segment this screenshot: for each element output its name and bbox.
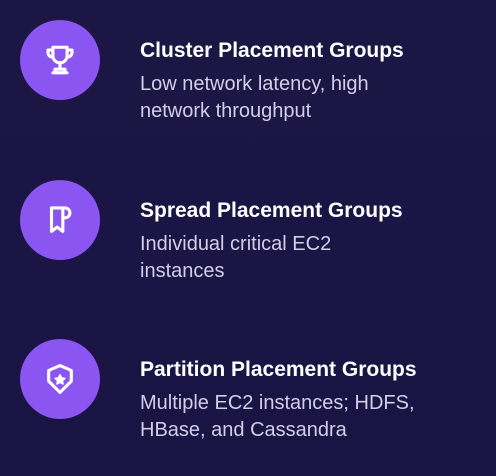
description-line: network throughput: [140, 100, 312, 122]
placement-group-text: Spread Placement Groups Individual criti…: [140, 198, 490, 285]
placement-group-description: Individual critical EC2 instances: [140, 231, 490, 285]
placement-group-description: Multiple EC2 instances; HDFS, HBase, and…: [140, 390, 490, 444]
description-line: instances: [140, 260, 225, 282]
placement-group-title: Cluster Placement Groups: [140, 39, 404, 62]
flag-icon: [49, 206, 72, 233]
placement-group-title: Spread Placement Groups: [140, 199, 403, 222]
trophy-icon: [46, 45, 74, 75]
flag-icon-badge: [20, 180, 100, 260]
star-badge-icon-badge: [20, 339, 100, 419]
star-badge-icon: [47, 363, 73, 395]
placement-group-description: Low network latency, high network throug…: [140, 71, 490, 125]
description-line: Individual critical EC2: [140, 233, 332, 255]
description-line: Multiple EC2 instances; HDFS,: [140, 392, 415, 414]
placement-group-text: Partition Placement Groups Multiple EC2 …: [140, 357, 490, 444]
trophy-icon-badge: [20, 20, 100, 100]
placement-group-title: Partition Placement Groups: [140, 358, 417, 381]
placement-group-text: Cluster Placement Groups Low network lat…: [140, 38, 490, 125]
description-line: Low network latency, high: [140, 73, 369, 95]
description-line: HBase, and Cassandra: [140, 419, 347, 441]
